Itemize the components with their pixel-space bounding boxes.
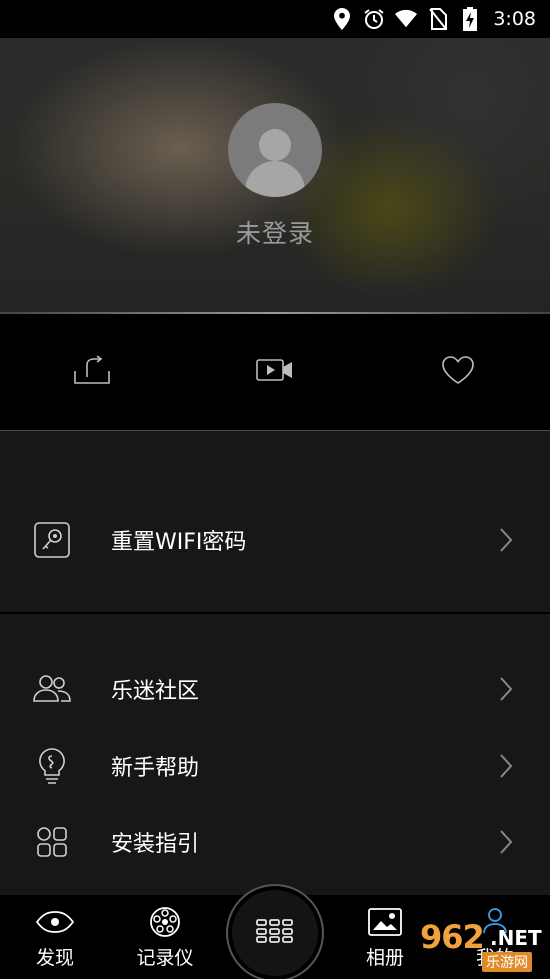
menu-label-reset-wifi: 重置WIFI密码	[111, 530, 247, 555]
default-avatar-icon[interactable]	[228, 103, 322, 197]
menu-item-help[interactable]: 新手帮助	[0, 734, 550, 798]
menu-label-community: 乐迷社区	[111, 679, 200, 704]
eye-icon	[36, 907, 74, 937]
menu-item-community[interactable]: 乐迷社区	[0, 657, 550, 721]
battery-charging-icon	[459, 7, 481, 31]
tab-recorder[interactable]: 记录仪	[120, 895, 210, 979]
watermark-net: .NET	[490, 926, 542, 950]
chevron-right-icon	[498, 526, 514, 554]
video-button[interactable]	[183, 314, 366, 430]
menu-label-help: 新手帮助	[111, 756, 200, 781]
picture-icon	[368, 907, 402, 937]
wifi-icon	[395, 8, 418, 30]
apps-icon	[256, 919, 294, 947]
menu-label-install-guide: 安装指引	[111, 832, 200, 857]
location-icon	[331, 8, 353, 30]
heart-icon	[441, 355, 475, 389]
chevron-right-icon	[498, 752, 514, 780]
menu-item-install-guide[interactable]: 安装指引	[0, 810, 550, 874]
chevron-right-icon	[498, 675, 514, 703]
chevron-right-icon	[498, 828, 514, 856]
tab-discover[interactable]: 发现	[10, 895, 100, 979]
alarm-icon	[363, 8, 385, 30]
screen: 3:08 未登录 重置WIFI密码 乐迷社区 新手帮助 安装指引 发现 记录仪 …	[0, 0, 550, 979]
status-time: 3:08	[493, 8, 536, 30]
center-menu-button[interactable]	[226, 884, 324, 979]
tab-label-discover: 发现	[35, 947, 74, 969]
favorite-button[interactable]	[367, 314, 550, 430]
profile-header: 未登录	[0, 38, 550, 314]
camera-lens-icon	[149, 907, 181, 937]
grid-icon	[32, 822, 72, 862]
quick-actions-bar	[0, 314, 550, 430]
no-sim-icon	[427, 8, 449, 30]
tab-label-album: 相册	[365, 947, 404, 969]
watermark-sub: 乐游网	[482, 952, 532, 972]
status-bar: 3:08	[0, 0, 550, 38]
login-status-text[interactable]: 未登录	[0, 214, 550, 250]
users-icon	[32, 669, 72, 709]
menu-separator	[0, 612, 550, 614]
watermark-number: 962	[420, 918, 485, 956]
key-icon	[32, 520, 72, 560]
video-icon	[256, 357, 294, 387]
upload-button[interactable]	[0, 314, 183, 430]
upload-icon	[73, 355, 111, 389]
menu-item-reset-wifi[interactable]: 重置WIFI密码	[0, 508, 550, 572]
lightbulb-icon	[32, 746, 72, 786]
tab-label-recorder: 记录仪	[136, 947, 194, 969]
site-watermark-logo: 962 .NET 乐游网	[412, 918, 546, 974]
